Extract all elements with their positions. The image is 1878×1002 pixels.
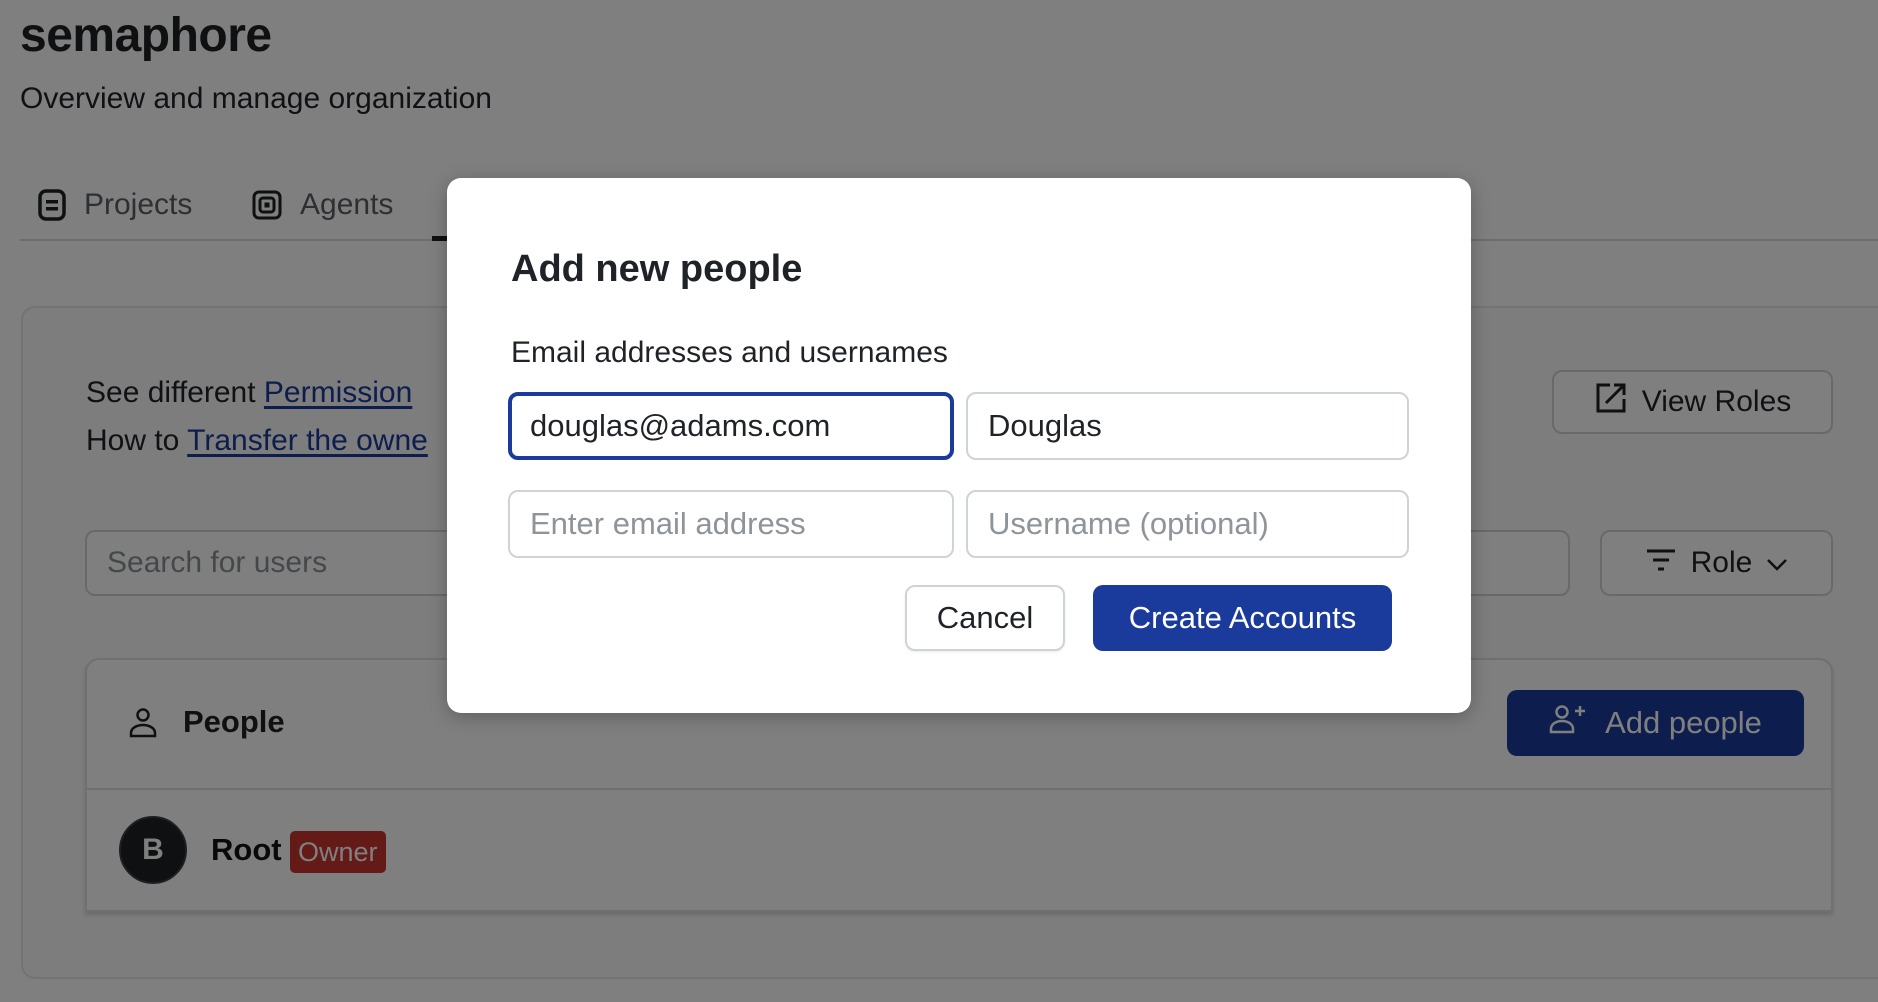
username-field-1[interactable] — [966, 392, 1409, 460]
cancel-button[interactable]: Cancel — [905, 585, 1065, 651]
dialog-field-label: Email addresses and usernames — [511, 336, 948, 369]
create-accounts-button[interactable]: Create Accounts — [1093, 585, 1392, 651]
email-field-1[interactable] — [508, 392, 954, 460]
username-field-2[interactable] — [966, 490, 1409, 558]
add-people-dialog: Add new people Email addresses and usern… — [447, 178, 1471, 713]
email-field-2[interactable] — [508, 490, 954, 558]
dialog-title: Add new people — [511, 248, 803, 290]
